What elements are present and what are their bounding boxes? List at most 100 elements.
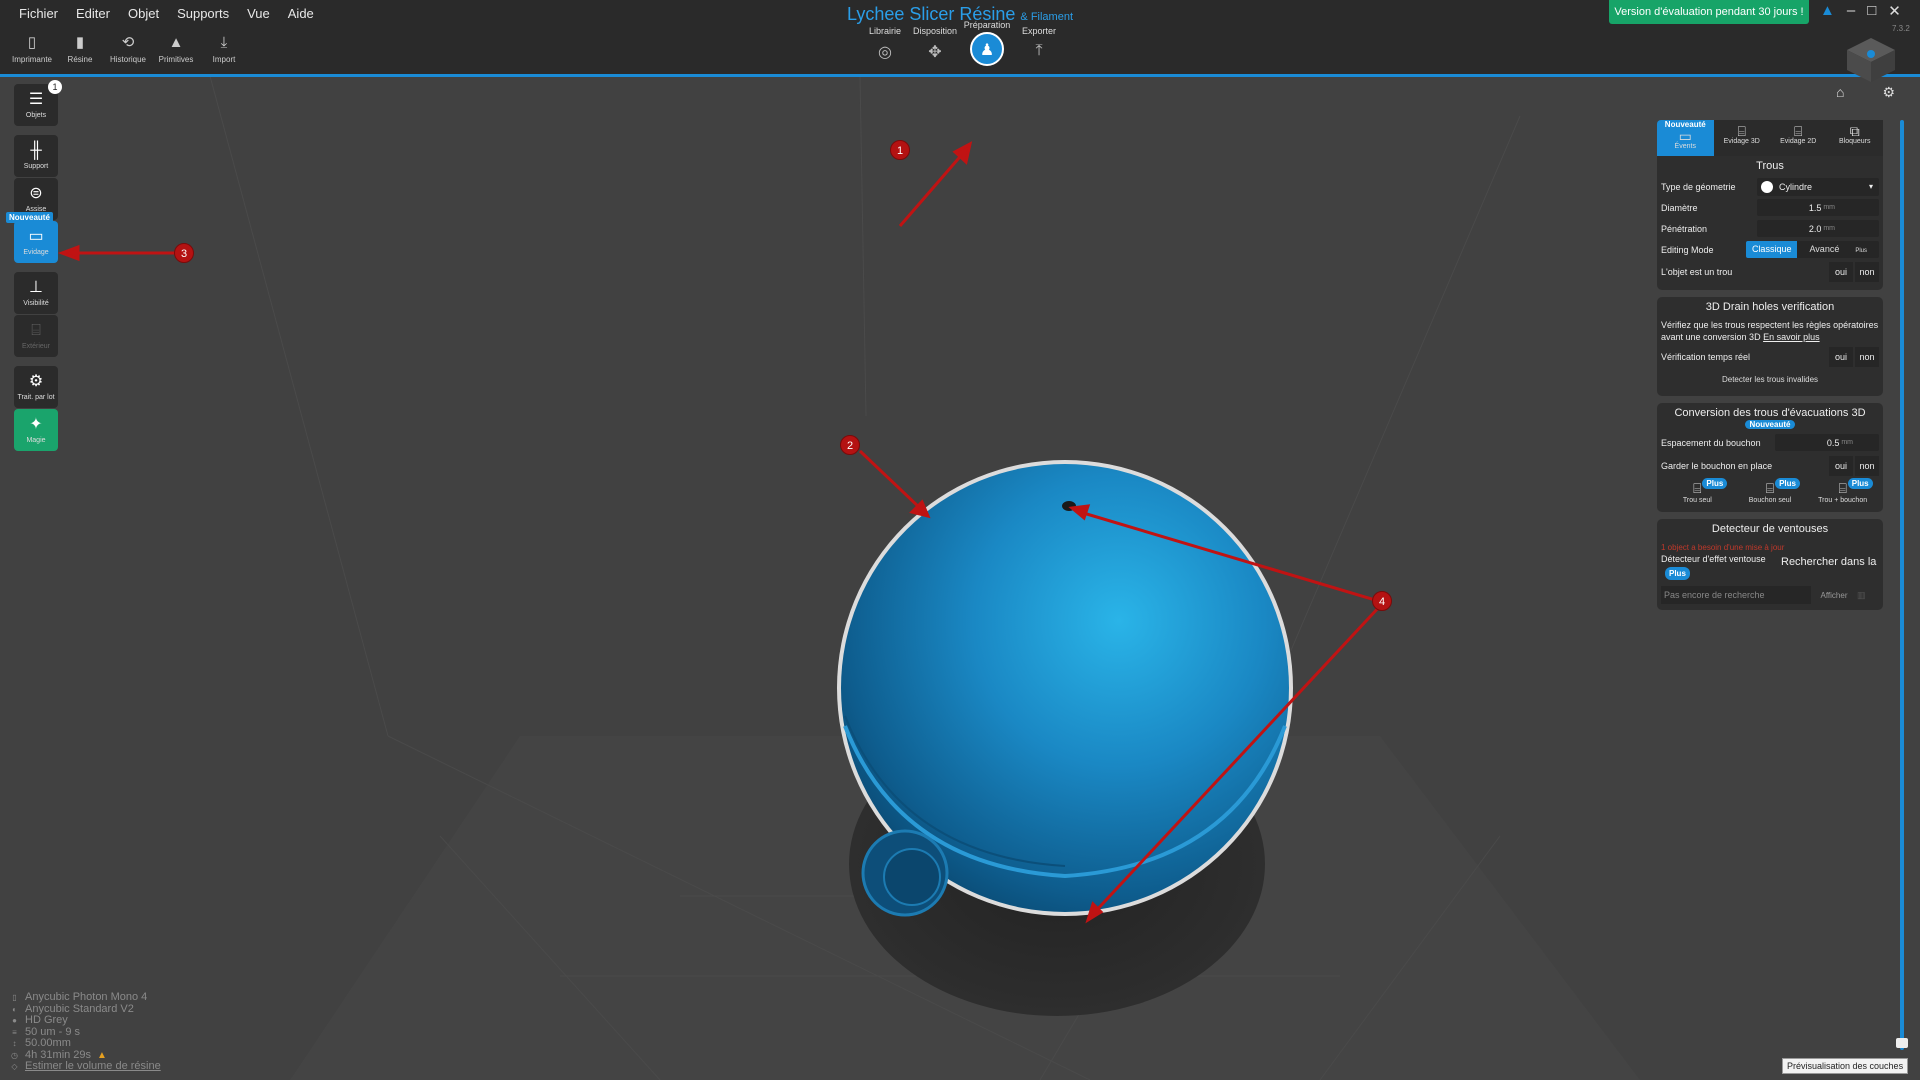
resin-small-icon: ◐ (12, 1004, 17, 1014)
hollow-2d-icon: ⌸ (1794, 123, 1803, 139)
sidebar-exterieur-button[interactable]: ⌸ Extérieur (14, 315, 58, 357)
step-exporter[interactable]: Exporter ⤒ (1014, 26, 1064, 60)
spacing-input[interactable]: 0.5 mm (1775, 434, 1879, 451)
toolbar-history[interactable]: ⟲ Historique (104, 34, 152, 64)
menu-editer[interactable]: Editer (67, 6, 119, 21)
option-hole-only-tag: Plus (1702, 478, 1728, 489)
blocker-icon: ⧉ (1849, 123, 1860, 139)
option-hole-plug-label: Trou + bouchon (1818, 497, 1868, 504)
3d-viewport[interactable] (0, 75, 1920, 1080)
diameter-input[interactable]: 1.5 mm (1757, 199, 1879, 216)
suction-status-field[interactable]: Pas encore de recherche (1661, 586, 1811, 604)
tab-evidage-2d[interactable]: ⌸ Evidage 2D (1770, 120, 1827, 156)
sphere-model[interactable] (837, 460, 1293, 917)
suction-detector-label: Détecteur d'effet ventouse (1661, 554, 1766, 564)
spacing-label: Espacement du bouchon (1661, 437, 1761, 448)
view-cube-icon[interactable] (1845, 36, 1897, 84)
keep-plug-no[interactable]: non (1855, 456, 1879, 476)
option-hole-plug[interactable]: Plus ⌸ Trou + bouchon (1811, 478, 1875, 504)
keep-plug-toggle: oui non (1829, 456, 1879, 476)
step-preparation[interactable]: Préparation ♟ (960, 20, 1014, 66)
scene-svg (57, 75, 1640, 1080)
spacing-row: Espacement du bouchon 0.5 mm (1657, 431, 1883, 454)
toolbar-printer[interactable]: ▯ Imprimante (8, 34, 56, 64)
tab-evidage-3d[interactable]: ⌸ Evidage 3D (1713, 120, 1770, 156)
sidebar-batch-button[interactable]: ⚙ Trait. par lot (14, 366, 58, 408)
drain-card: 3D Drain holes verification Vérifiez que… (1657, 297, 1883, 396)
sidebar-evidage-button[interactable]: Nouveauté ▭ Evidage (6, 212, 58, 263)
layers-small-icon: ≡ (12, 1027, 17, 1037)
detect-invalid-button[interactable]: Detecter les trous invalides (1657, 369, 1883, 390)
diameter-row: Diamètre 1.5 mm (1657, 197, 1883, 218)
is-hole-toggle: oui non (1829, 262, 1879, 282)
printer-small-icon: ▯ (12, 993, 17, 1002)
sidebar-magie-button[interactable]: ✦ Magie (14, 409, 58, 451)
conversion-new-tag: Nouveauté (1745, 420, 1795, 429)
editing-mode-row: Editing Mode Classique Avancé Plus (1657, 239, 1883, 260)
trash-icon[interactable]: ▥ (1857, 590, 1866, 601)
holes-title: Trous (1756, 160, 1784, 172)
trial-button[interactable]: Version d'évaluation pendant 30 jours ! (1609, 0, 1809, 24)
tab-events[interactable]: Nouveauté ▭ Évents (1657, 120, 1714, 156)
geometry-value: Cylindre (1779, 181, 1813, 192)
menu-aide[interactable]: Aide (279, 6, 323, 21)
annotation-marker-3: 3 (174, 243, 194, 263)
support-icon: ╫ (30, 142, 42, 159)
toolbar-import[interactable]: ⤓ Import (200, 34, 248, 64)
mode-advanced-button[interactable]: Avancé Plus (1797, 241, 1879, 258)
option-hole-only[interactable]: Plus ⌸ Trou seul (1665, 478, 1729, 504)
preparation-icon: ♟ (970, 32, 1004, 66)
option-plug-only-tag: Plus (1775, 478, 1800, 489)
estimate-volume-link[interactable]: Estimer le volume de résine (25, 1060, 161, 1073)
mode-classic-button[interactable]: Classique (1745, 241, 1798, 258)
close-icon[interactable]: ✕ (1888, 2, 1901, 20)
panel-tabs: Nouveauté ▭ Évents ⌸ Evidage 3D ⌸ Evidage 2D… (1657, 120, 1883, 156)
keep-plug-yes[interactable]: oui (1829, 456, 1853, 476)
suction-search-button[interactable]: Rechercher dans la (1781, 554, 1879, 568)
primitives-icon: ▲ (168, 34, 184, 51)
toolbar-primitives[interactable]: ▲ Primitives (152, 34, 200, 64)
window-controls: ▲ – □ ✕ (1820, 2, 1901, 20)
sidebar-support-button[interactable]: ╫ Support (14, 135, 58, 177)
menu-vue[interactable]: Vue (238, 6, 279, 21)
penetration-input[interactable]: 2.0 mm (1757, 220, 1879, 237)
diameter-label: Diamètre (1661, 202, 1698, 213)
toolbar-resin[interactable]: ▮ Résine (56, 34, 104, 64)
cylinder-icon: ⌸ (31, 322, 41, 339)
is-hole-yes[interactable]: oui (1829, 262, 1853, 282)
layer-slider-handle[interactable] (1896, 1038, 1908, 1048)
step-disposition[interactable]: Disposition ✥ (910, 26, 960, 62)
sidebar-objects-button[interactable]: ☰ Objets 1 (14, 80, 62, 126)
is-hole-no[interactable]: non (1855, 262, 1879, 282)
warning-icon[interactable]: ▲ (1820, 2, 1835, 20)
tab-evidage-3d-label: Evidage 3D (1723, 138, 1760, 145)
minimize-icon[interactable]: – (1847, 2, 1855, 20)
home-icon[interactable]: ⌂ (1836, 84, 1844, 101)
clock-small-icon: ◷ (11, 1050, 18, 1060)
suction-detector: Détecteur d'effet ventouse Plus (1661, 554, 1781, 580)
option-plug-only[interactable]: Plus ⌸ Bouchon seul (1738, 478, 1802, 504)
menu-objet[interactable]: Objet (119, 6, 168, 21)
geometry-select[interactable]: Cylindre ▾ (1757, 177, 1879, 196)
hollow-3d-icon: ⌸ (1737, 123, 1746, 139)
realtime-no[interactable]: non (1855, 347, 1879, 367)
gear-icon[interactable]: ⚙ (1882, 84, 1895, 101)
toolbar-printer-label: Imprimante (11, 55, 52, 64)
right-panel: Nouveauté ▭ Évents ⌸ Evidage 3D ⌸ Evidage 2D… (1657, 120, 1883, 617)
step-librairie[interactable]: Librairie ◎ (860, 26, 910, 62)
layer-slider-track[interactable] (1900, 120, 1904, 1050)
suction-show-button[interactable]: Afficher (1815, 591, 1853, 600)
tab-bloqueurs[interactable]: ⧉ Bloqueurs (1826, 120, 1883, 156)
drain-learn-more-link[interactable]: En savoir plus (1763, 332, 1820, 342)
geometry-label: Type de géometrie (1661, 181, 1736, 192)
menu-supports[interactable]: Supports (168, 6, 238, 21)
menu-fichier[interactable]: Fichier (10, 6, 67, 21)
mode-advanced-tag: Plus (1849, 248, 1873, 254)
top-accent-line (0, 74, 1920, 77)
realtime-yes[interactable]: oui (1829, 347, 1853, 367)
sidebar-visibilite-button[interactable]: ⊥ Visibilité (14, 272, 58, 314)
maximize-icon[interactable]: □ (1867, 2, 1876, 20)
drain-text: Vérifiez que les trous respectent les rè… (1657, 317, 1883, 345)
is-hole-row: L'objet est un trou oui non (1657, 260, 1883, 284)
sidebar-support-label: Support (23, 163, 49, 170)
